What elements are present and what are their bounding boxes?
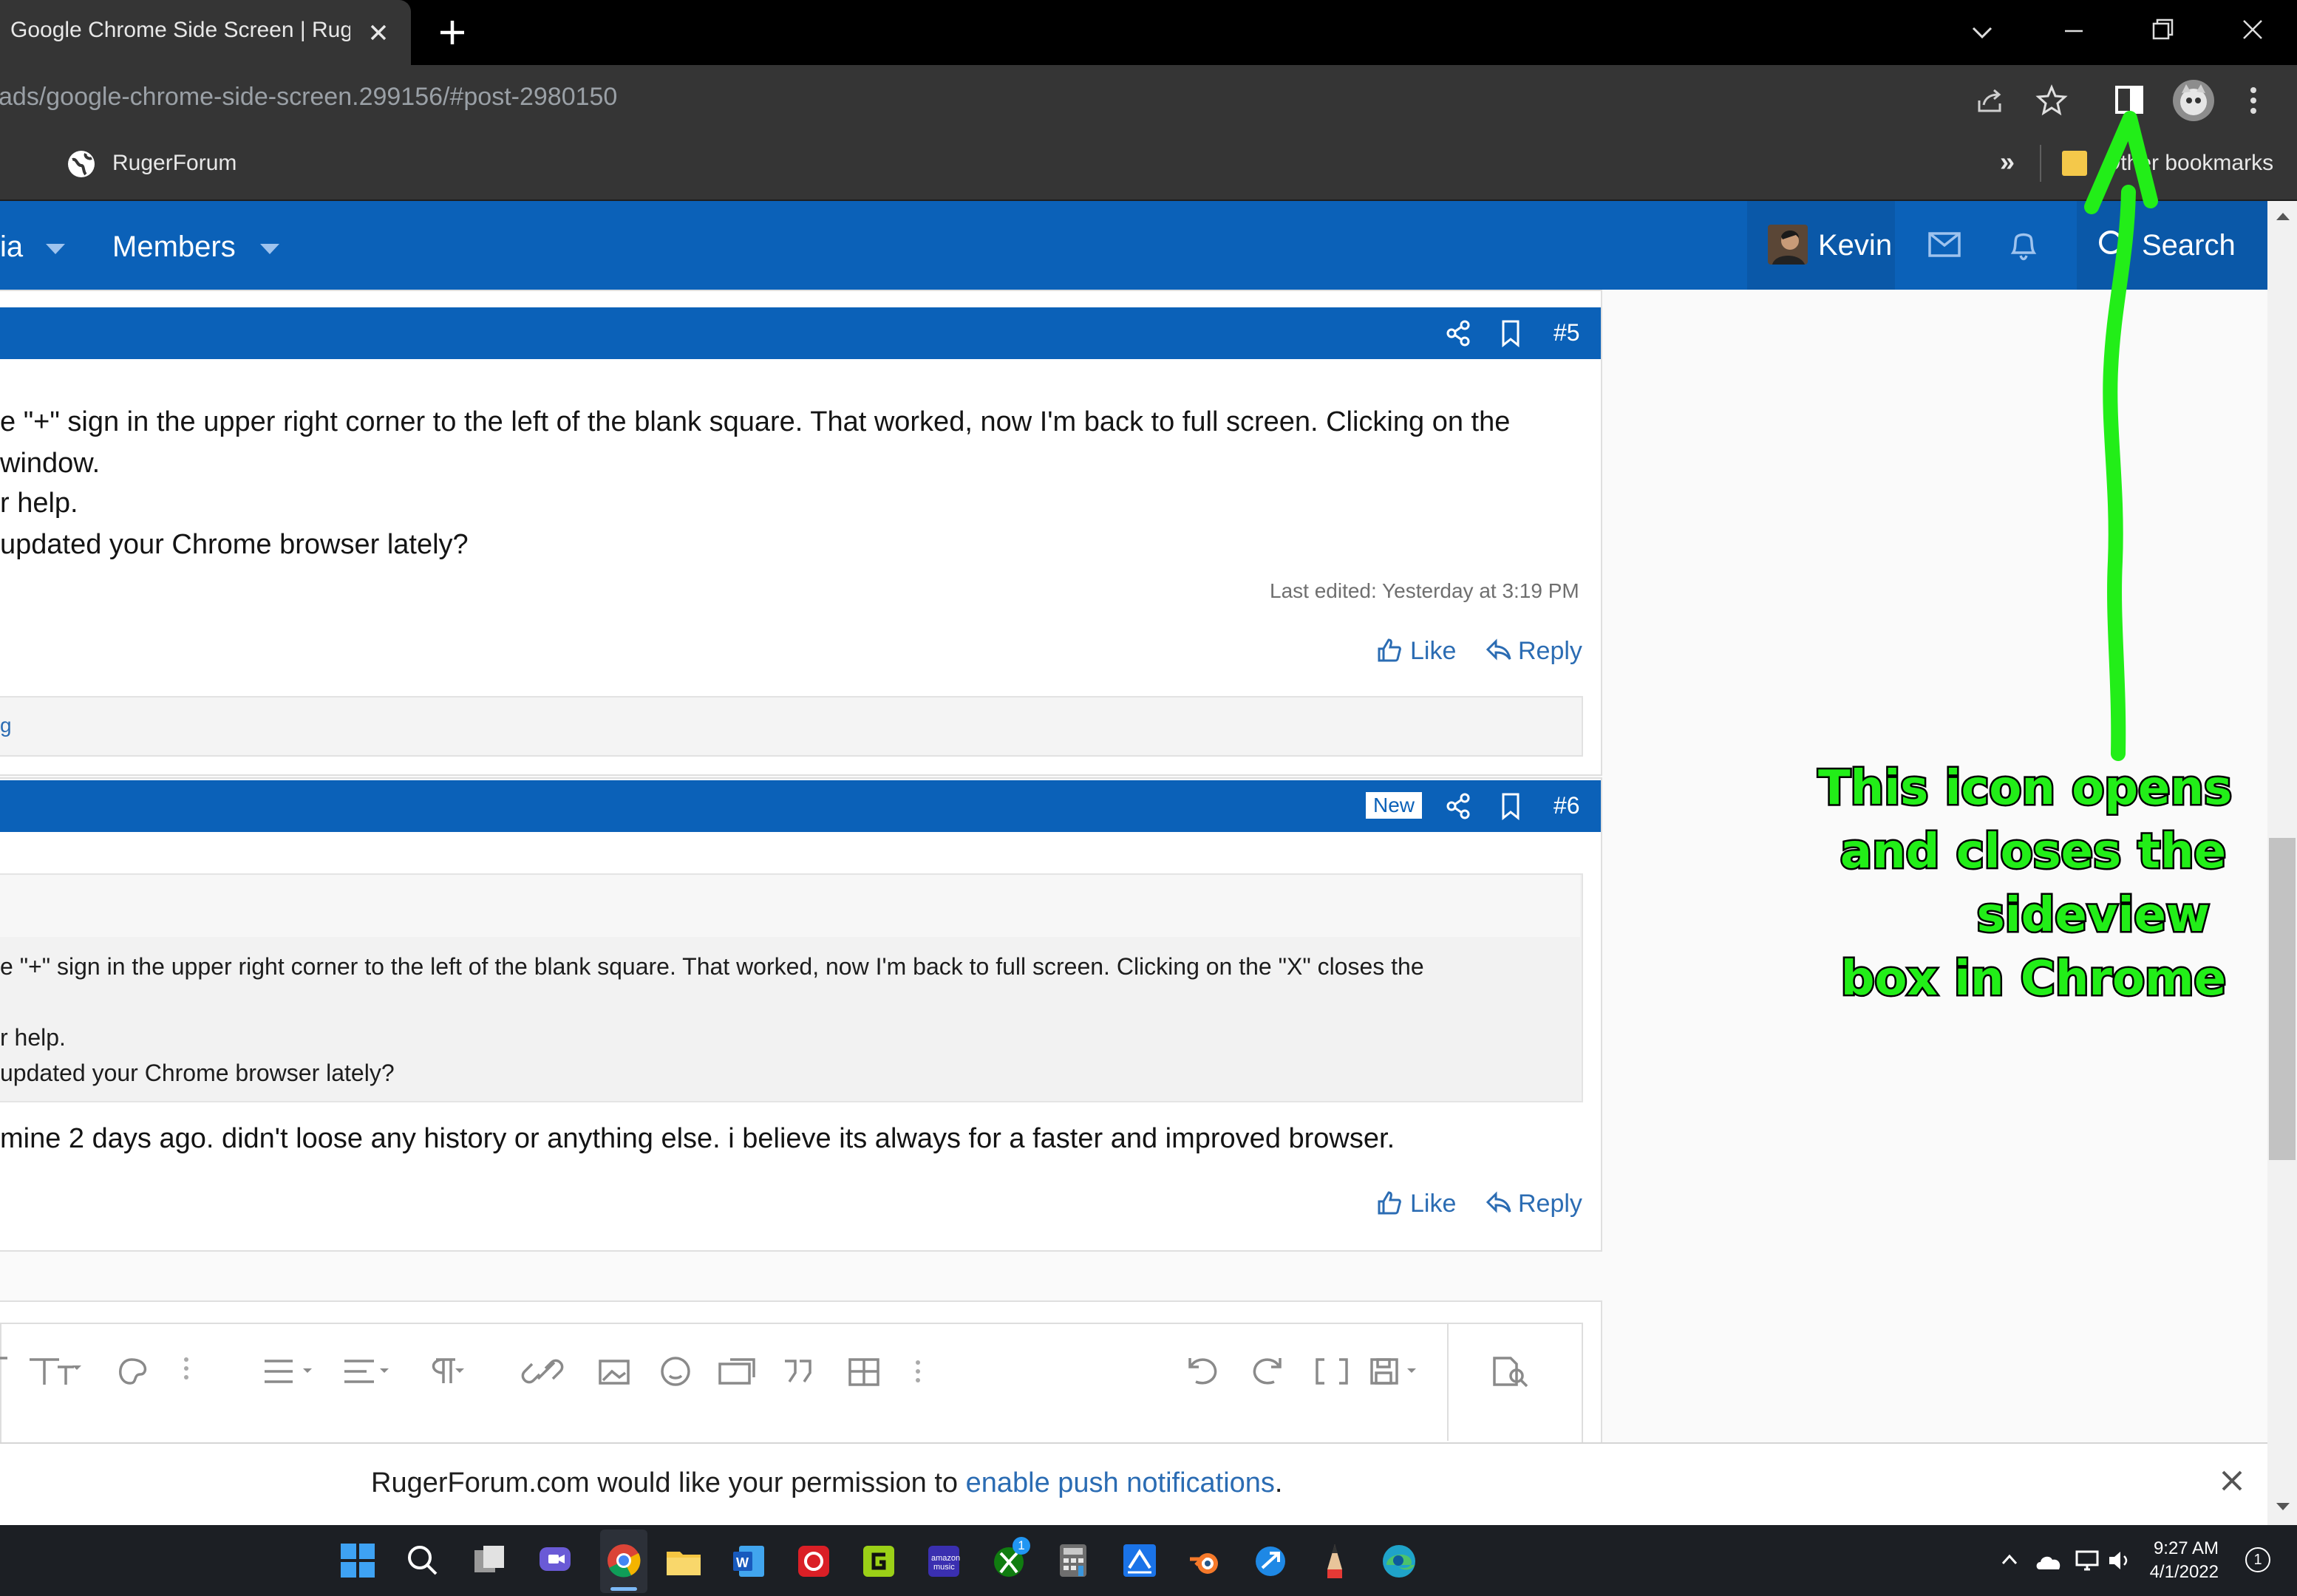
app-icon[interactable]: [1253, 1544, 1287, 1578]
close-banner-icon[interactable]: [2217, 1466, 2247, 1496]
chevron-up-icon[interactable]: [1998, 1549, 2021, 1571]
annotation-line: This icon opens: [1817, 760, 2234, 818]
clock-date[interactable]: 4/1/2022: [2149, 1562, 2219, 1583]
like-button[interactable]: Like: [1410, 637, 1456, 666]
chrome-icon: [606, 1543, 642, 1578]
share-icon[interactable]: [1973, 84, 2006, 117]
enable-notifications-link[interactable]: enable push notifications: [966, 1467, 1275, 1498]
new-badge: New: [1366, 792, 1423, 819]
editor-toolbar: [0, 1349, 1582, 1394]
notification-text: RugerForum.com would like your permissio…: [371, 1467, 1282, 1499]
tab-title: Google Chrome Side Screen | RugerF: [10, 18, 350, 42]
scroll-up-icon[interactable]: [2275, 210, 2291, 222]
teams-chat-icon[interactable]: [538, 1544, 572, 1577]
app-icon[interactable]: [1122, 1543, 1157, 1578]
amazon-music-icon[interactable]: amazon music: [927, 1544, 961, 1578]
like-icon[interactable]: [1376, 1190, 1403, 1216]
post-text: mine 2 days ago. didn't loose any histor…: [0, 1123, 1395, 1154]
svg-text:amazon: amazon: [931, 1554, 960, 1563]
reactions-link[interactable]: g: [0, 714, 12, 737]
bookmark-icon[interactable]: [1500, 319, 1521, 347]
blender-icon[interactable]: [1187, 1544, 1222, 1578]
caret-down-icon[interactable]: [46, 244, 65, 256]
profile-avatar[interactable]: [2173, 80, 2214, 121]
grammarly-g-icon[interactable]: [862, 1544, 896, 1578]
like-button[interactable]: Like: [1410, 1190, 1456, 1218]
svg-text:music: music: [933, 1563, 955, 1572]
close-window-icon[interactable]: [2238, 15, 2267, 44]
creative-cloud-icon[interactable]: [797, 1544, 831, 1578]
quote-line: updated your Chrome browser lately?: [0, 1060, 395, 1086]
svg-text:W: W: [736, 1555, 749, 1570]
volume-icon[interactable]: [2106, 1549, 2133, 1572]
chrome-menu-icon[interactable]: [2242, 84, 2264, 117]
notification-center-badge[interactable]: 1: [2245, 1547, 2270, 1572]
quote-line: e "+" sign in the upper right corner to …: [0, 953, 1424, 980]
network-icon[interactable]: [2074, 1549, 2100, 1572]
pencil-app-icon[interactable]: [1320, 1543, 1350, 1580]
reply-button[interactable]: Reply: [1518, 1190, 1582, 1218]
task-view-icon[interactable]: [473, 1544, 506, 1577]
quote-line: r help.: [0, 1024, 66, 1051]
calculator-icon[interactable]: [1058, 1543, 1088, 1578]
post-5-header: [0, 307, 1601, 359]
notification-suffix: .: [1274, 1467, 1283, 1498]
clock-time[interactable]: 9:27 AM: [2149, 1538, 2219, 1559]
bookmark-star-icon[interactable]: [2035, 84, 2068, 117]
user-name[interactable]: Kevin: [1818, 229, 1892, 262]
last-edited: Last edited: Yesterday at 3:19 PM: [1270, 579, 1579, 602]
reply-icon[interactable]: [1486, 637, 1512, 664]
bell-icon[interactable]: [2007, 228, 2040, 262]
reply-button[interactable]: Reply: [1518, 637, 1582, 666]
search-icon[interactable]: [406, 1544, 439, 1577]
post-number[interactable]: #5: [1554, 319, 1580, 347]
like-icon[interactable]: [1376, 637, 1403, 664]
edge-icon[interactable]: [1381, 1543, 1418, 1580]
reactions-bar: [0, 696, 1583, 757]
post-text-line: updated your Chrome browser lately?: [0, 529, 469, 560]
bookmarks-divider: [2040, 145, 2041, 182]
xbox-badge: 1: [1013, 1537, 1030, 1555]
bookmarks-overflow-icon[interactable]: »: [2000, 146, 2015, 177]
minimize-icon[interactable]: [2059, 16, 2089, 46]
user-avatar: [1768, 225, 1808, 265]
share-icon[interactable]: [1446, 319, 1472, 347]
browser-tab[interactable]: Google Chrome Side Screen | RugerF: [0, 0, 411, 65]
bookmarks-bar: [0, 130, 2297, 201]
active-indicator: [610, 1587, 637, 1591]
mail-icon[interactable]: [1927, 231, 1961, 259]
annotation-line: box in Chrome: [1839, 950, 2228, 1009]
quote-header: [0, 875, 1580, 937]
reply-icon[interactable]: [1486, 1190, 1512, 1216]
bookmark-icon[interactable]: [1500, 792, 1521, 820]
scroll-down-icon[interactable]: [2275, 1501, 2291, 1513]
caret-down-icon[interactable]: [260, 244, 279, 256]
globe-icon: [67, 149, 96, 179]
post-text-line: r help.: [0, 488, 78, 519]
bookmark-rugerforum[interactable]: RugerForum: [112, 151, 236, 176]
post-text-line: e "+" sign in the upper right corner to …: [0, 406, 1511, 437]
annotation-arrow: [2077, 103, 2165, 768]
windows-start-icon[interactable]: [340, 1543, 375, 1578]
post-text-line: window.: [0, 448, 101, 479]
file-explorer-icon[interactable]: [665, 1546, 702, 1578]
nav-item-media[interactable]: ia: [0, 231, 23, 264]
restore-icon[interactable]: [2148, 15, 2177, 44]
annotation-line: and closes the: [1838, 823, 2228, 881]
share-icon[interactable]: [1446, 792, 1472, 820]
address-bar[interactable]: ads/google-chrome-side-screen.299156/#po…: [0, 83, 617, 112]
post-6-header: [0, 780, 1601, 832]
word-icon[interactable]: W: [732, 1544, 766, 1578]
onedrive-icon[interactable]: [2034, 1550, 2063, 1571]
tab-close-icon[interactable]: [365, 19, 392, 46]
scrollbar-thumb[interactable]: [2269, 838, 2296, 1160]
new-tab-icon[interactable]: [438, 18, 467, 47]
editor-divider: [1447, 1324, 1449, 1441]
post-number[interactable]: #6: [1554, 792, 1580, 819]
notification-prefix: RugerForum.com would like your permissio…: [371, 1467, 966, 1498]
tab-search-chevron-icon[interactable]: [1969, 19, 1995, 46]
nav-item-members[interactable]: Members: [112, 231, 236, 264]
annotation-line: sideview: [1975, 887, 2211, 945]
